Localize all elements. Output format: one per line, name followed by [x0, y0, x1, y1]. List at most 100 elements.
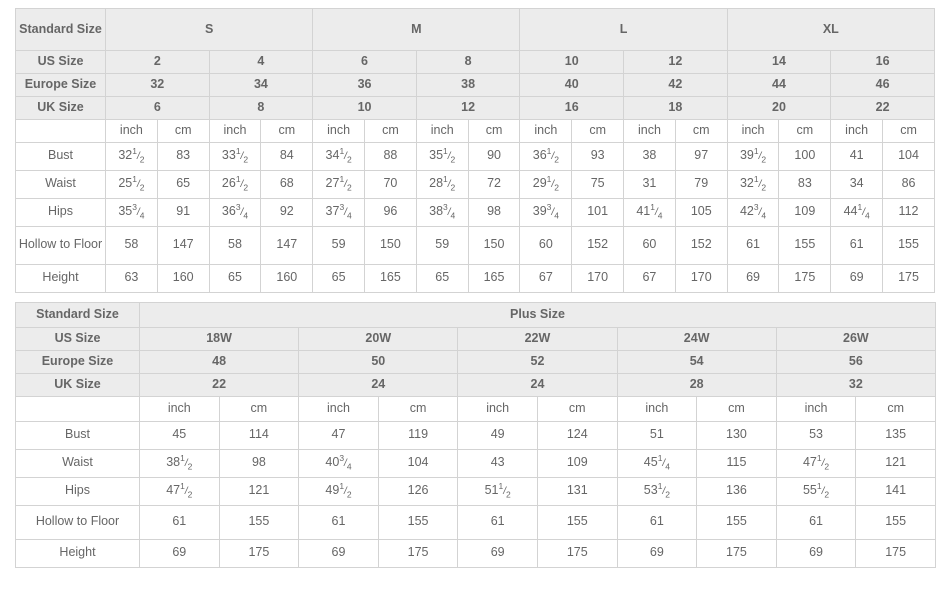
plus-unit-row-corner [15, 395, 140, 422]
measure-cell: 97 [674, 141, 728, 171]
measure-cell: 423/4 [726, 197, 780, 227]
plus-measure-label: Height [15, 538, 140, 568]
plus-measure-label: Hips [15, 476, 140, 506]
plus-measure-cell: 61 [298, 504, 379, 540]
measure-cell: 59 [415, 225, 469, 265]
uk-size-value: 6 [105, 96, 210, 120]
measure-label: Hollow to Floor [15, 225, 106, 265]
size-group-xl: XL [726, 8, 936, 51]
plus-measure-cell: 131 [536, 476, 618, 506]
measure-cell: 165 [364, 263, 417, 293]
measure-cell: 65 [156, 169, 210, 199]
unit-cell: inch [830, 119, 884, 143]
plus-uk-size-value: 32 [775, 372, 936, 397]
measure-label: Hips [15, 197, 106, 227]
plus-size-corner-label: Standard Size [15, 301, 140, 328]
measure-cell: 160 [260, 263, 314, 293]
standard-table-body: Standard Size S M L XL US Size 2 4 6 8 1… [15, 8, 936, 293]
unit-cell: inch [726, 119, 780, 143]
measure-cell: 175 [778, 263, 832, 293]
us-size-value: 2 [105, 50, 210, 74]
uk-size-value: 22 [830, 96, 935, 120]
plus-measure-cell: 69 [616, 538, 698, 568]
us-size-value: 8 [415, 50, 521, 74]
us-size-value: 6 [312, 50, 417, 74]
measure-cell: 75 [571, 169, 625, 199]
plus-unit-cell: cm [536, 395, 618, 422]
unit-cell: cm [674, 119, 728, 143]
europe-size-row: Europe Size 32 34 36 38 40 42 44 46 [15, 73, 935, 97]
uk-size-label: UK Size [15, 96, 106, 120]
uk-size-row: UK Size 6 8 10 12 16 18 20 22 [15, 96, 935, 120]
plus-measure-cell: 136 [696, 476, 777, 506]
plus-measure-cell: 69 [298, 538, 379, 568]
measure-cell: 147 [156, 225, 210, 265]
measure-cell: 83 [156, 141, 210, 171]
measure-row-waist: Waist 251/2 65 261/2 68 271/2 70 281/2 7… [15, 169, 935, 199]
plus-measure-row-height: Height 69 175 69 175 69 175 69 175 69 17… [15, 538, 936, 568]
measure-cell: 93 [571, 141, 625, 171]
plus-us-size-value: 22W [457, 326, 618, 351]
measure-row-height: Height 63 160 65 160 65 165 65 165 67 17… [15, 263, 935, 293]
unit-row-corner [15, 119, 106, 143]
europe-size-value: 38 [415, 73, 521, 97]
plus-measure-cell: 121 [855, 448, 936, 478]
measure-cell: 147 [260, 225, 314, 265]
uk-size-value: 10 [312, 96, 417, 120]
plus-uk-size-value: 24 [457, 372, 618, 397]
plus-measure-cell: 69 [139, 538, 220, 568]
plus-unit-cell: cm [855, 395, 936, 422]
measure-cell: 88 [364, 141, 417, 171]
europe-size-value: 32 [105, 73, 210, 97]
measure-cell: 363/4 [208, 197, 262, 227]
us-size-value: 16 [830, 50, 935, 74]
unit-cell: cm [364, 119, 417, 143]
plus-measure-cell: 69 [457, 538, 538, 568]
unit-cell: inch [519, 119, 573, 143]
plus-unit-cell: cm [377, 395, 459, 422]
measure-cell: 104 [882, 141, 935, 171]
plus-europe-size-row: Europe Size 48 50 52 54 56 [15, 349, 936, 374]
measure-cell: 321/2 [726, 169, 780, 199]
measure-cell: 92 [260, 197, 314, 227]
measure-cell: 155 [882, 225, 935, 265]
measure-cell: 391/2 [726, 141, 780, 171]
plus-us-size-row: US Size 18W 20W 22W 24W 26W [15, 326, 936, 351]
measure-cell: 291/2 [519, 169, 573, 199]
plus-uk-size-value: 24 [298, 372, 459, 397]
measure-cell: 67 [519, 263, 573, 293]
plus-measure-cell: 45 [139, 420, 220, 450]
unit-header-row: inch cm inch cm inch cm inch cm inch cm … [15, 119, 935, 143]
plus-measure-cell: 511/2 [457, 476, 538, 506]
plus-measure-cell: 135 [855, 420, 936, 450]
measure-cell: 90 [467, 141, 521, 171]
plus-us-size-value: 24W [616, 326, 777, 351]
measure-cell: 351/2 [415, 141, 469, 171]
us-size-label: US Size [15, 50, 106, 74]
plus-uk-size-value: 22 [138, 372, 300, 397]
measure-cell: 105 [674, 197, 728, 227]
measure-cell: 411/4 [623, 197, 676, 227]
measure-cell: 60 [519, 225, 573, 265]
measure-cell: 393/4 [519, 197, 573, 227]
measure-cell: 58 [208, 225, 262, 265]
plus-measure-cell: 551/2 [775, 476, 857, 506]
plus-europe-size-value: 54 [616, 349, 777, 374]
measure-cell: 170 [674, 263, 728, 293]
plus-measure-row-hips: Hips 471/2 121 491/2 126 511/2 131 531/2… [15, 476, 936, 506]
plus-measure-cell: 155 [218, 504, 300, 540]
measure-cell: 321/2 [105, 141, 158, 171]
plus-measure-cell: 155 [696, 504, 777, 540]
plus-measure-cell: 155 [536, 504, 618, 540]
europe-size-label: Europe Size [15, 73, 106, 97]
unit-cell: cm [882, 119, 935, 143]
plus-size-group-row: Standard Size Plus Size [15, 301, 936, 328]
measure-cell: 63 [105, 263, 158, 293]
measure-cell: 61 [830, 225, 884, 265]
plus-measure-cell: 61 [457, 504, 538, 540]
plus-measure-cell: 175 [536, 538, 618, 568]
standard-size-group-row: Standard Size S M L XL [15, 8, 936, 51]
unit-cell: cm [156, 119, 210, 143]
measure-cell: 271/2 [312, 169, 366, 199]
plus-measure-cell: 61 [139, 504, 220, 540]
